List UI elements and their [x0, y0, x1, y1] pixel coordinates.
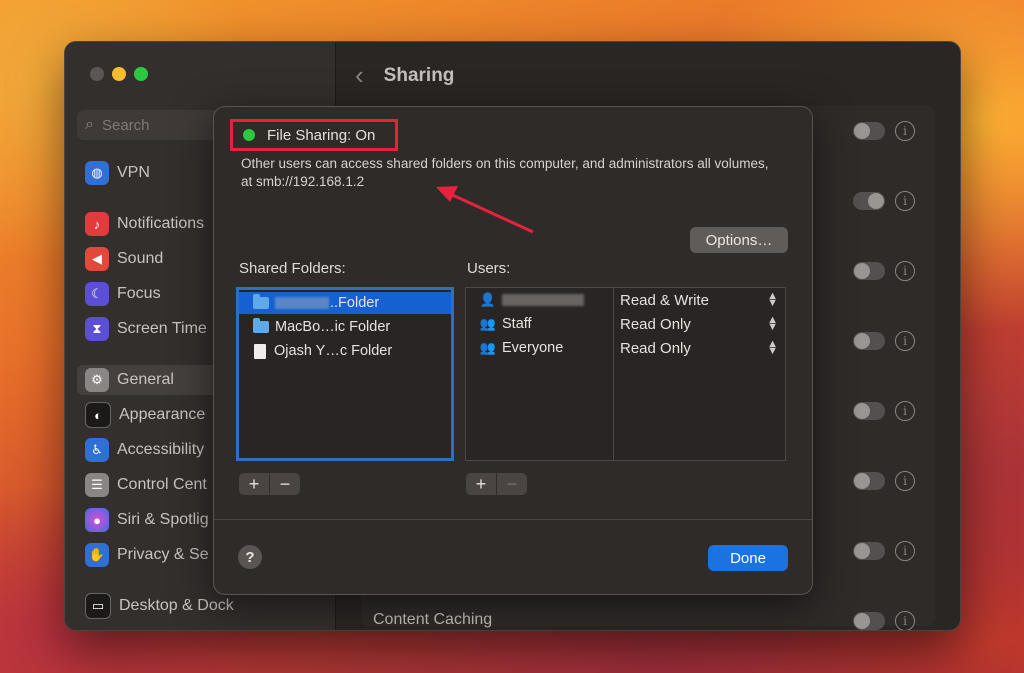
redacted-user-name — [502, 294, 584, 306]
sidebar-item-label: Control Cent — [117, 476, 207, 493]
search-placeholder: Search — [101, 116, 150, 134]
hourglass-icon: ⧗ — [85, 317, 109, 341]
remove-user-button[interactable]: − — [497, 473, 527, 495]
sidebar-item-label: Screen Time — [117, 320, 207, 337]
up-down-chevron-icon: ▲ ▼ — [767, 290, 778, 309]
info-icon[interactable]: i — [895, 471, 915, 491]
sidebar-item-label: General — [117, 371, 174, 388]
person-icon: 👤 — [479, 292, 497, 307]
info-icon[interactable]: i — [895, 331, 915, 351]
sidebar-item-desktop-dock[interactable]: ▭ Desktop & Dock — [77, 591, 327, 621]
info-icon[interactable]: i — [895, 541, 915, 561]
info-icon[interactable]: i — [895, 611, 915, 630]
dock-icon: ▭ — [85, 593, 111, 619]
up-down-chevron-icon: ▲ ▼ — [767, 314, 778, 333]
users-list[interactable]: 👤 Read & Write ▲ ▼ 👥 Staff Read Only ▲ ▼ 👥… — [465, 287, 786, 461]
content-caching-toggle[interactable] — [853, 612, 885, 630]
users-add-remove: + − — [466, 473, 527, 495]
folders-add-remove: + − — [239, 473, 300, 495]
permission-value: Read & Write — [620, 291, 709, 309]
info-icon[interactable]: i — [895, 121, 915, 141]
table-row[interactable]: 👥 Everyone Read Only ▲ ▼ — [466, 336, 785, 360]
service-toggle[interactable] — [853, 262, 885, 280]
file-sharing-sheet: File Sharing: On Other users can access … — [213, 106, 813, 595]
sidebar-item-label: Notifications — [117, 215, 205, 232]
window-controls — [90, 67, 148, 81]
appearance-icon: ◐ — [85, 402, 111, 428]
sidebar-item-label: Accessibility — [117, 441, 205, 458]
service-toggle[interactable] — [853, 122, 885, 140]
folder-icon — [253, 318, 269, 333]
sharing-description: Other users can access shared folders on… — [241, 156, 769, 189]
sidebar-item-label: Sound — [117, 250, 164, 267]
folder-name: Ojash Y…c Folder — [274, 343, 393, 359]
service-toggle[interactable] — [853, 472, 885, 490]
folder-name: MacBo…ic Folder — [275, 319, 391, 335]
help-button[interactable]: ? — [238, 545, 262, 569]
sidebar-item-label: Focus — [117, 285, 161, 302]
up-down-chevron-icon: ▲ ▼ — [767, 338, 778, 357]
service-toggle[interactable] — [853, 332, 885, 350]
user-name: Everyone — [502, 340, 564, 356]
bell-icon: ♪ — [85, 212, 109, 236]
info-icon[interactable]: i — [895, 401, 915, 421]
moon-icon: ☾ — [85, 282, 109, 306]
permission-select[interactable]: Read & Write ▲ ▼ — [620, 290, 780, 309]
add-user-button[interactable]: + — [466, 473, 497, 495]
permission-value: Read Only — [620, 339, 691, 357]
back-chevron-icon[interactable]: ‹ — [355, 60, 364, 91]
close-window-button[interactable] — [90, 67, 104, 81]
content-caching-label: Content Caching — [373, 611, 493, 628]
table-row[interactable]: 👤 Read & Write ▲ ▼ — [466, 288, 785, 312]
users-label: Users: — [467, 260, 511, 277]
sidebar-item-label: Privacy & Se — [117, 546, 209, 563]
sidebar-item-label: Desktop & Dock — [119, 597, 234, 614]
sidebar-item-label: VPN — [117, 164, 150, 181]
done-button[interactable]: Done — [708, 545, 788, 571]
options-button[interactable]: Options… — [690, 227, 788, 253]
info-icon[interactable]: i — [895, 261, 915, 281]
accessibility-icon: ♿ — [85, 438, 109, 462]
group-icon: 👥 — [479, 340, 497, 355]
user-name: Staff — [502, 316, 532, 332]
permission-value: Read Only — [620, 315, 691, 333]
switches-icon: ☰ — [85, 473, 109, 497]
sidebar-item-label: Siri & Spotlig — [117, 511, 209, 528]
info-icon[interactable]: i — [895, 191, 915, 211]
sidebar-item-label: Appearance — [119, 406, 206, 423]
service-toggle[interactable] — [853, 192, 885, 210]
page-title: Sharing — [383, 64, 455, 86]
service-toggle[interactable] — [853, 542, 885, 560]
list-item[interactable]: Ojash Y…c Folder — [239, 340, 451, 362]
shared-folders-list[interactable]: ..Folder MacBo…ic Folder Ojash Y…c Folde… — [236, 287, 454, 461]
table-row[interactable]: 👥 Staff Read Only ▲ ▼ — [466, 312, 785, 336]
gear-icon: ⚙ — [85, 368, 109, 392]
remove-folder-button[interactable]: − — [270, 473, 300, 495]
maximize-window-button[interactable] — [134, 67, 148, 81]
list-item[interactable]: ..Folder — [239, 292, 451, 314]
status-on-dot-icon — [243, 129, 255, 141]
group-icon: 👥 — [479, 316, 497, 331]
globe-icon: ◍ — [85, 161, 109, 185]
shared-folders-label: Shared Folders: — [239, 260, 346, 277]
siri-icon: ● — [85, 508, 109, 532]
search-icon: ⌕ — [85, 116, 94, 133]
list-item[interactable]: MacBo…ic Folder — [239, 316, 451, 338]
add-folder-button[interactable]: + — [239, 473, 270, 495]
folder-icon — [253, 294, 269, 309]
document-icon — [254, 343, 266, 359]
permission-select[interactable]: Read Only ▲ ▼ — [620, 338, 780, 357]
main-header: ‹ Sharing — [355, 60, 454, 91]
file-sharing-status: File Sharing: On — [267, 126, 376, 144]
speaker-icon: ◀ — [85, 247, 109, 271]
hand-icon: ✋ — [85, 543, 109, 567]
redacted-name — [275, 297, 329, 309]
permission-select[interactable]: Read Only ▲ ▼ — [620, 314, 780, 333]
folder-name: ..Folder — [330, 295, 380, 311]
service-toggle[interactable] — [853, 402, 885, 420]
divider — [214, 519, 812, 520]
file-sharing-status-highlight: File Sharing: On — [230, 119, 398, 151]
minimize-window-button[interactable] — [112, 67, 126, 81]
